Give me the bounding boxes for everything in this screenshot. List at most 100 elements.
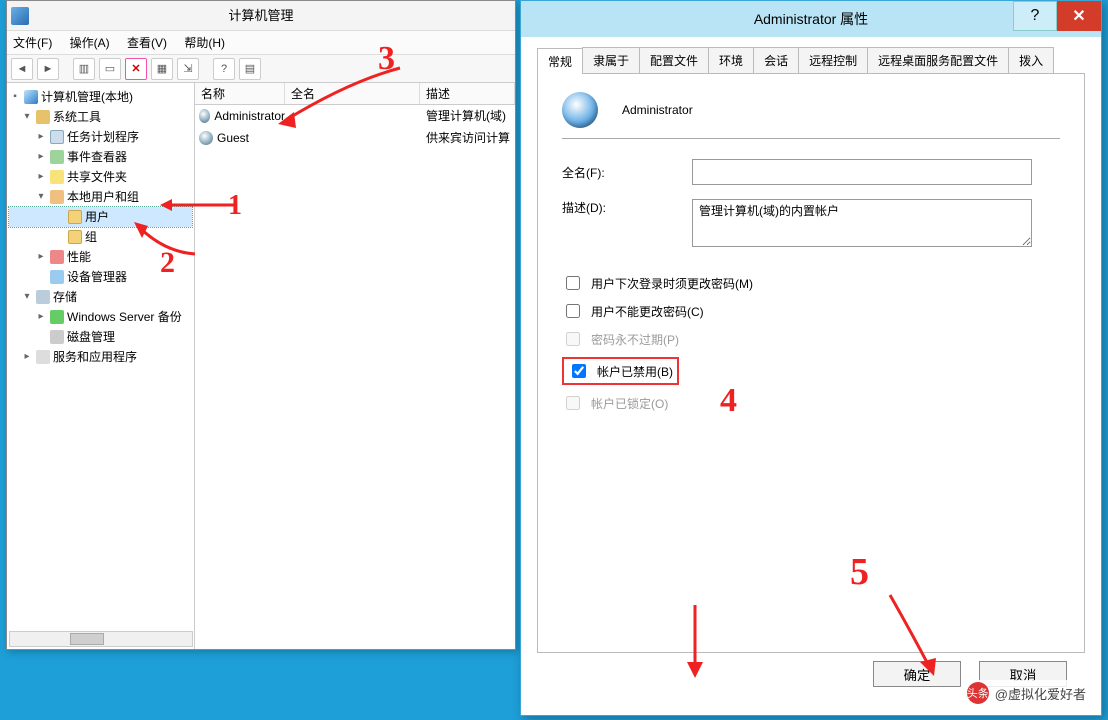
computer-icon <box>24 90 38 104</box>
check-account-disabled[interactable]: 帐户已禁用(B) <box>568 361 673 381</box>
tree-groups[interactable]: 组 <box>9 227 192 247</box>
expand-icon[interactable]: ▸ <box>21 347 33 367</box>
expand-icon[interactable]: ▸ <box>35 147 47 167</box>
tab-general[interactable]: 常规 <box>537 48 583 74</box>
list-pane: 名称 全名 描述 Administrator 管理计算机(域)的内置帐户 Gue… <box>195 83 515 649</box>
tab-sessions[interactable]: 会话 <box>753 47 799 73</box>
list-row[interactable]: Guest 供来宾访问计算机或访问域的内置帐户 <box>195 127 515 149</box>
menu-file[interactable]: 文件(F) <box>13 36 52 50</box>
window-titlebar[interactable]: 计算机管理 <box>7 1 515 31</box>
tree-pane[interactable]: ▪ 计算机管理(本地) ▾ 系统工具 ▸ 任务计划程序 ▸ 事件查看器 ▸ <box>7 83 195 649</box>
properties-button[interactable]: ▭ <box>99 58 121 80</box>
tree-label: 任务计划程序 <box>67 127 139 147</box>
event-icon <box>50 150 64 164</box>
tree-label: Windows Server 备份 <box>67 307 182 327</box>
column-name[interactable]: 名称 <box>195 83 285 104</box>
tree-label: 系统工具 <box>53 107 101 127</box>
back-button[interactable]: ◄ <box>11 58 33 80</box>
tree-local-users-groups[interactable]: ▾ 本地用户和组 <box>9 187 192 207</box>
check-must-change[interactable]: 用户下次登录时须更改密码(M) <box>562 273 1060 293</box>
check-label: 帐户已禁用(B) <box>597 363 673 380</box>
tab-page-general: Administrator 全名(F): 描述(D): 用户下次登录时须更改密码… <box>537 74 1085 653</box>
list-header: 名称 全名 描述 <box>195 83 515 105</box>
tree-shared-folders[interactable]: ▸ 共享文件夹 <box>9 167 192 187</box>
fullname-input[interactable] <box>692 159 1032 185</box>
tab-dialin[interactable]: 拨入 <box>1008 47 1054 73</box>
help-button[interactable]: ? <box>1013 1 1057 31</box>
check-locked: 帐户已锁定(O) <box>562 393 1060 413</box>
ok-button[interactable]: 确定 <box>873 661 961 687</box>
tree-label: 设备管理器 <box>67 267 127 287</box>
checkbox[interactable] <box>572 364 586 378</box>
backup-icon <box>50 310 64 324</box>
scrollbar-thumb[interactable] <box>70 633 104 645</box>
list-row[interactable]: Administrator 管理计算机(域)的内置帐户 <box>195 105 515 127</box>
horizontal-scrollbar[interactable] <box>9 631 193 647</box>
close-button[interactable]: ✕ <box>1057 1 1101 31</box>
export-button[interactable]: ⇲ <box>177 58 199 80</box>
menu-view[interactable]: 查看(V) <box>127 36 167 50</box>
users-groups-icon <box>50 190 64 204</box>
expand-icon[interactable]: ▾ <box>35 187 47 207</box>
username-label: Administrator <box>622 103 693 117</box>
tree-performance[interactable]: ▸ 性能 <box>9 247 192 267</box>
list-body[interactable]: Administrator 管理计算机(域)的内置帐户 Guest 供来宾访问计… <box>195 105 515 649</box>
tree-system-tools[interactable]: ▾ 系统工具 <box>9 107 192 127</box>
tree-label: 服务和应用程序 <box>53 347 137 367</box>
delete-button[interactable]: ✕ <box>125 58 147 80</box>
tree-label: 用户 <box>85 207 109 227</box>
column-description[interactable]: 描述 <box>420 83 515 104</box>
check-cannot-change[interactable]: 用户不能更改密码(C) <box>562 301 1060 321</box>
up-button[interactable]: ▥ <box>73 58 95 80</box>
expand-icon[interactable]: ▸ <box>35 247 47 267</box>
user-icon <box>199 131 213 145</box>
user-avatar-icon <box>562 92 598 128</box>
tab-strip: 常规 隶属于 配置文件 环境 会话 远程控制 远程桌面服务配置文件 拨入 <box>537 47 1085 74</box>
user-header: Administrator <box>562 92 1060 128</box>
tree-services-apps[interactable]: ▸ 服务和应用程序 <box>9 347 192 367</box>
user-fullname <box>285 127 420 149</box>
forward-button[interactable]: ► <box>37 58 59 80</box>
description-input[interactable] <box>692 199 1032 247</box>
column-fullname[interactable]: 全名 <box>285 83 420 104</box>
menu-action[interactable]: 操作(A) <box>70 36 110 50</box>
help-button[interactable]: ? <box>213 58 235 80</box>
expand-icon[interactable]: ▸ <box>35 307 47 327</box>
view-button[interactable]: ▤ <box>239 58 261 80</box>
checkbox[interactable] <box>566 276 580 290</box>
expand-icon[interactable]: ▸ <box>35 127 47 147</box>
menu-help[interactable]: 帮助(H) <box>184 36 225 50</box>
tab-remote-control[interactable]: 远程控制 <box>798 47 868 73</box>
tree-label: 共享文件夹 <box>67 167 127 187</box>
tree-device-manager[interactable]: 设备管理器 <box>9 267 192 287</box>
checkbox[interactable] <box>566 304 580 318</box>
tree-root[interactable]: ▪ 计算机管理(本地) <box>9 87 192 107</box>
computer-management-window: 计算机管理 文件(F) 操作(A) 查看(V) 帮助(H) ◄ ► ▥ ▭ ✕ … <box>6 0 516 650</box>
fullname-label: 全名(F): <box>562 164 692 181</box>
tab-memberof[interactable]: 隶属于 <box>582 47 640 73</box>
tree-label: 性能 <box>67 247 91 267</box>
tab-profile[interactable]: 配置文件 <box>639 47 709 73</box>
expand-icon[interactable]: ▪ <box>9 87 21 107</box>
refresh-button[interactable]: ▦ <box>151 58 173 80</box>
user-desc: 管理计算机(域)的内置帐户 <box>420 105 515 127</box>
tree-label: 存储 <box>53 287 77 307</box>
tab-rds-profile[interactable]: 远程桌面服务配置文件 <box>867 47 1009 73</box>
description-row: 描述(D): <box>562 199 1060 247</box>
tree-task-scheduler[interactable]: ▸ 任务计划程序 <box>9 127 192 147</box>
tab-environment[interactable]: 环境 <box>708 47 754 73</box>
tree-disk-management[interactable]: 磁盘管理 <box>9 327 192 347</box>
check-label: 密码永不过期(P) <box>591 331 679 348</box>
tree-windows-server-backup[interactable]: ▸ Windows Server 备份 <box>9 307 192 327</box>
user-name: Administrator <box>214 105 285 127</box>
check-label: 用户不能更改密码(C) <box>591 303 704 320</box>
user-desc: 供来宾访问计算机或访问域的内置帐户 <box>420 127 515 149</box>
properties-dialog: Administrator 属性 ? ✕ 常规 隶属于 配置文件 环境 会话 远… <box>520 0 1102 716</box>
dialog-titlebar[interactable]: Administrator 属性 ? ✕ <box>521 1 1101 37</box>
tree-users[interactable]: 用户 <box>9 207 192 227</box>
expand-icon[interactable]: ▾ <box>21 287 33 307</box>
tree-storage[interactable]: ▾ 存储 <box>9 287 192 307</box>
expand-icon[interactable]: ▾ <box>21 107 33 127</box>
expand-icon[interactable]: ▸ <box>35 167 47 187</box>
tree-event-viewer[interactable]: ▸ 事件查看器 <box>9 147 192 167</box>
